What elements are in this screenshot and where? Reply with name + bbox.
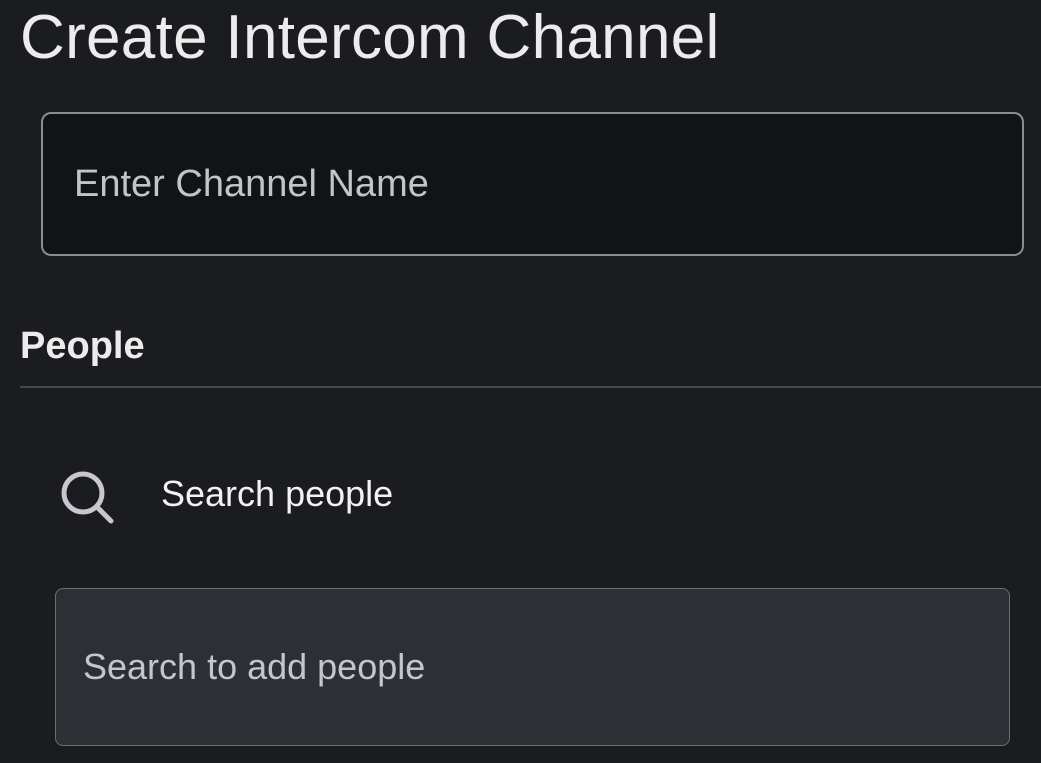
channel-name-input[interactable] [41, 112, 1024, 256]
search-people-button[interactable]: Search people [40, 452, 1020, 536]
add-people-search-input[interactable] [55, 588, 1010, 746]
create-channel-page: Create Intercom Channel People Search pe… [0, 0, 1041, 763]
section-divider [20, 386, 1041, 388]
people-section-title: People [20, 325, 145, 367]
page-title: Create Intercom Channel [20, 3, 720, 72]
search-icon [58, 468, 116, 526]
search-people-label: Search people [161, 473, 394, 514]
